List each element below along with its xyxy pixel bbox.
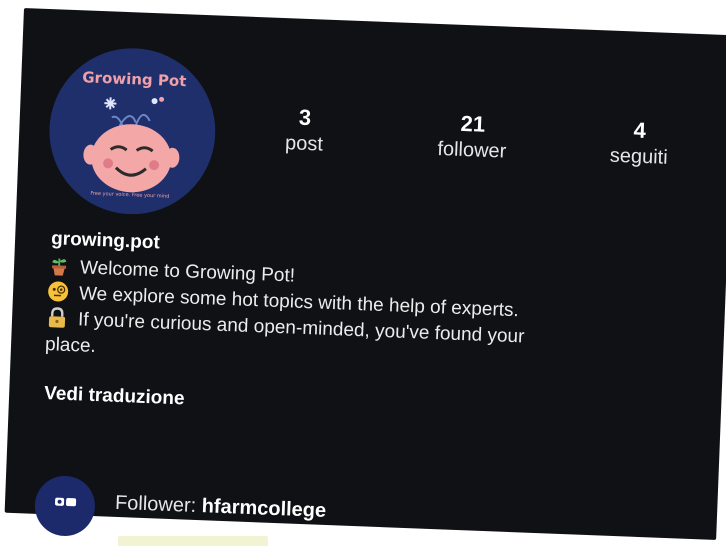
background-strip [118, 536, 268, 546]
profile-bio: Welcome to Growing Pot! We explore some … [45, 254, 689, 382]
followed-by-row[interactable]: Follower: hfarmcollege [33, 474, 536, 544]
posts-stat[interactable]: 3 post [244, 103, 366, 160]
hfarm-logo-icon [54, 497, 77, 507]
see-translation-link[interactable]: Vedi traduzione [44, 383, 185, 410]
followed-by-prefix: Follower: [114, 491, 197, 517]
profile-avatar[interactable]: Growing Pot Free your voice. Free your m… [46, 45, 218, 217]
face-with-monocle-icon [48, 281, 69, 302]
profile-username: growing.pot [50, 228, 161, 254]
bio-text: place. [44, 334, 97, 357]
followers-label: follower [437, 137, 507, 163]
following-stat[interactable]: 4 seguiti [578, 115, 700, 172]
profile-header: Growing Pot Free your voice. Free your m… [4, 8, 726, 540]
followed-by-account[interactable]: hfarmcollege [201, 495, 326, 522]
lock-icon [48, 307, 66, 328]
posts-label: post [284, 132, 324, 156]
follower-avatar [33, 474, 97, 538]
screenshot-stage: Growing Pot Free your voice. Free your m… [0, 0, 726, 546]
followers-stat[interactable]: 21 follower [411, 109, 533, 166]
followed-by-text: Follower: hfarmcollege [115, 492, 327, 523]
following-label: seguiti [609, 144, 669, 169]
growing-pot-logo: Growing Pot Free your voice. Free your m… [49, 48, 216, 215]
potted-plant-icon [52, 258, 67, 276]
